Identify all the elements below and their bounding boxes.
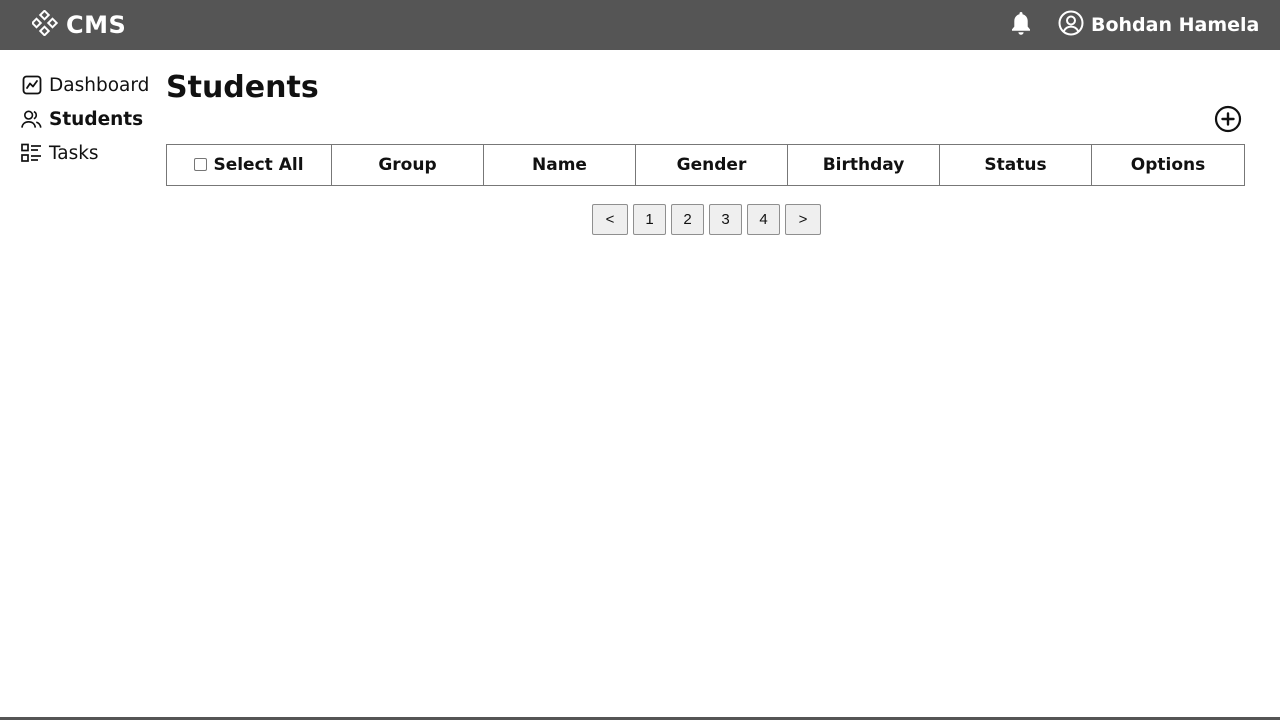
diamond-grid-icon	[30, 9, 59, 40]
column-header-name: Name	[483, 144, 636, 186]
sidebar-item-tasks[interactable]: Tasks	[21, 136, 161, 170]
column-header-select-all[interactable]: Select All	[166, 144, 332, 186]
page-button-1[interactable]: 1	[633, 204, 666, 235]
user-name: Bohdan Hamela	[1091, 14, 1260, 36]
next-page-button[interactable]: >	[785, 204, 821, 235]
students-table-container: Select All Group Name Gender Birthday St…	[166, 144, 1245, 186]
add-student-button[interactable]	[1214, 105, 1242, 133]
top-bar: CMS Bohdan Hamela	[0, 0, 1280, 50]
sidebar-item-students[interactable]: Students	[21, 102, 161, 136]
bell-icon	[1009, 10, 1033, 40]
page-button-4[interactable]: 4	[747, 204, 780, 235]
prev-page-button[interactable]: <	[592, 204, 628, 235]
sidebar-item-dashboard[interactable]: Dashboard	[21, 68, 161, 102]
chart-icon	[21, 75, 42, 96]
select-all-label: Select All	[213, 155, 304, 175]
sidebar: Dashboard Students Tasks	[21, 68, 161, 170]
plus-circle-icon	[1214, 105, 1242, 137]
students-table: Select All Group Name Gender Birthday St…	[166, 144, 1245, 186]
page-button-2[interactable]: 2	[671, 204, 704, 235]
column-header-status: Status	[939, 144, 1092, 186]
sidebar-item-label: Tasks	[49, 142, 99, 164]
brand-name: CMS	[66, 11, 127, 39]
sidebar-item-label: Students	[49, 108, 144, 130]
page-title: Students	[166, 70, 319, 105]
table-header-row: Select All Group Name Gender Birthday St…	[166, 144, 1245, 186]
users-icon	[21, 109, 42, 130]
list-icon	[21, 143, 42, 164]
column-header-gender: Gender	[635, 144, 788, 186]
select-all-checkbox[interactable]	[194, 158, 208, 171]
user-menu[interactable]: Bohdan Hamela	[1058, 10, 1260, 40]
page-button-3[interactable]: 3	[709, 204, 742, 235]
notifications-button[interactable]	[1008, 12, 1034, 38]
column-header-options: Options	[1091, 144, 1245, 186]
sidebar-item-label: Dashboard	[49, 74, 150, 96]
column-header-birthday: Birthday	[787, 144, 940, 186]
brand[interactable]: CMS	[30, 9, 127, 40]
user-circle-icon	[1058, 10, 1084, 40]
pagination: < 1 2 3 4 >	[592, 204, 821, 235]
column-header-group: Group	[331, 144, 484, 186]
